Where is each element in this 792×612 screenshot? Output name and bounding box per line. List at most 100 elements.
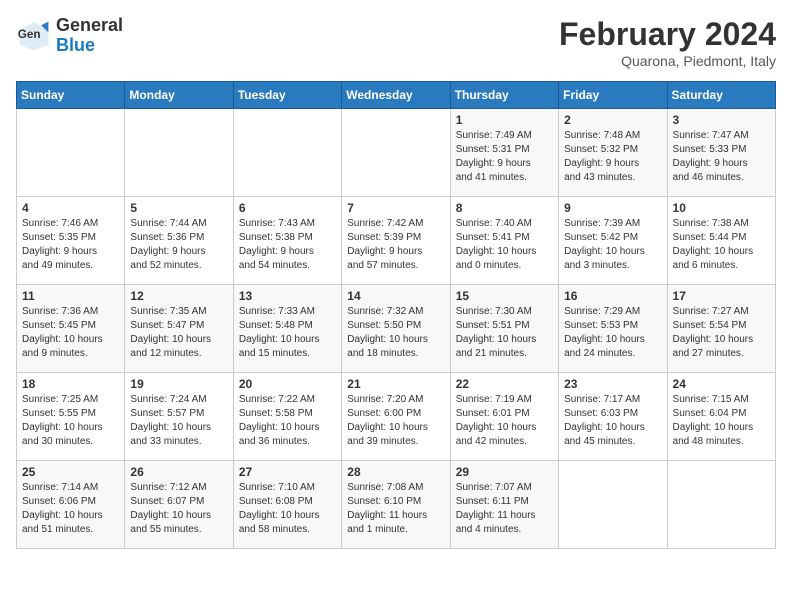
day-info: Sunrise: 7:19 AM Sunset: 6:01 PM Dayligh… [456, 393, 553, 449]
day-info: Sunrise: 7:17 AM Sunset: 6:03 PM Dayligh… [564, 393, 661, 449]
calendar-cell: 13 Sunrise: 7:33 AM Sunset: 5:48 PM Dayli… [233, 285, 341, 373]
calendar-cell: 15 Sunrise: 7:30 AM Sunset: 5:51 PM Dayli… [450, 285, 558, 373]
calendar-cell [559, 461, 667, 549]
calendar-cell: 7 Sunrise: 7:42 AM Sunset: 5:39 PM Daylig… [342, 197, 450, 285]
day-info: Sunrise: 7:33 AM Sunset: 5:48 PM Dayligh… [239, 305, 336, 361]
calendar-cell: 9 Sunrise: 7:39 AM Sunset: 5:42 PM Daylig… [559, 197, 667, 285]
logo-general: General [56, 16, 123, 36]
day-number: 12 [130, 289, 227, 303]
calendar-cell: 22Sunrise: 7:19 AM Sunset: 6:01 PM Dayli… [450, 373, 558, 461]
day-info: Sunrise: 7:15 AM Sunset: 6:04 PM Dayligh… [673, 393, 770, 449]
day-number: 14 [347, 289, 444, 303]
day-number: 8 [456, 201, 553, 215]
calendar-cell: 21 Sunrise: 7:20 AM Sunset: 6:00 PM Dayli… [342, 373, 450, 461]
calendar-cell: 11 Sunrise: 7:36 AM Sunset: 5:45 PM Dayli… [17, 285, 125, 373]
day-number: 11 [22, 289, 119, 303]
calendar-cell: 10 Sunrise: 7:38 AM Sunset: 5:44 PM Dayli… [667, 197, 775, 285]
day-info: Sunrise: 7:43 AM Sunset: 5:38 PM Dayligh… [239, 217, 336, 273]
day-number: 23 [564, 377, 661, 391]
day-info: Sunrise: 7:39 AM Sunset: 5:42 PM Dayligh… [564, 217, 661, 273]
weekday-header-tuesday: Tuesday [233, 82, 341, 109]
day-info: Sunrise: 7:29 AM Sunset: 5:53 PM Dayligh… [564, 305, 661, 361]
calendar-cell: 26Sunrise: 7:12 AM Sunset: 6:07 PM Dayli… [125, 461, 233, 549]
day-number: 15 [456, 289, 553, 303]
day-info: Sunrise: 7:20 AM Sunset: 6:00 PM Dayligh… [347, 393, 444, 449]
day-number: 5 [130, 201, 227, 215]
month-title: February 2024 [559, 16, 776, 53]
weekday-header-sunday: Sunday [17, 82, 125, 109]
logo-text: General Blue [56, 16, 123, 56]
day-number: 7 [347, 201, 444, 215]
day-info: Sunrise: 7:40 AM Sunset: 5:41 PM Dayligh… [456, 217, 553, 273]
calendar-cell: 28Sunrise: 7:08 AM Sunset: 6:10 PM Dayli… [342, 461, 450, 549]
day-number: 17 [673, 289, 770, 303]
calendar-cell: 24 Sunrise: 7:15 AM Sunset: 6:04 PM Dayli… [667, 373, 775, 461]
day-number: 1 [456, 113, 553, 127]
day-info: Sunrise: 7:25 AM Sunset: 5:55 PM Dayligh… [22, 393, 119, 449]
day-info: Sunrise: 7:32 AM Sunset: 5:50 PM Dayligh… [347, 305, 444, 361]
calendar-cell: 12Sunrise: 7:35 AM Sunset: 5:47 PM Dayli… [125, 285, 233, 373]
day-number: 4 [22, 201, 119, 215]
calendar-week-row: 11 Sunrise: 7:36 AM Sunset: 5:45 PM Dayli… [17, 285, 776, 373]
day-info: Sunrise: 7:46 AM Sunset: 5:35 PM Dayligh… [22, 217, 119, 273]
calendar-cell: 23 Sunrise: 7:17 AM Sunset: 6:03 PM Dayli… [559, 373, 667, 461]
weekday-header-thursday: Thursday [450, 82, 558, 109]
day-number: 24 [673, 377, 770, 391]
calendar-cell: 16 Sunrise: 7:29 AM Sunset: 5:53 PM Dayli… [559, 285, 667, 373]
day-number: 3 [673, 113, 770, 127]
day-info: Sunrise: 7:48 AM Sunset: 5:32 PM Dayligh… [564, 129, 661, 185]
day-info: Sunrise: 7:22 AM Sunset: 5:58 PM Dayligh… [239, 393, 336, 449]
day-number: 13 [239, 289, 336, 303]
calendar-cell: 14 Sunrise: 7:32 AM Sunset: 5:50 PM Dayli… [342, 285, 450, 373]
calendar-table: SundayMondayTuesdayWednesdayThursdayFrid… [16, 81, 776, 549]
logo: Gen General Blue [16, 16, 123, 56]
page-header: Gen General Blue February 2024 Quarona, … [16, 16, 776, 69]
day-info: Sunrise: 7:38 AM Sunset: 5:44 PM Dayligh… [673, 217, 770, 273]
day-info: Sunrise: 7:42 AM Sunset: 5:39 PM Dayligh… [347, 217, 444, 273]
day-number: 16 [564, 289, 661, 303]
calendar-cell [233, 109, 341, 197]
day-number: 9 [564, 201, 661, 215]
day-number: 21 [347, 377, 444, 391]
logo-blue: Blue [56, 36, 123, 56]
calendar-week-row: 4 Sunrise: 7:46 AM Sunset: 5:35 PM Daylig… [17, 197, 776, 285]
calendar-cell [667, 461, 775, 549]
day-number: 18 [22, 377, 119, 391]
day-number: 20 [239, 377, 336, 391]
day-info: Sunrise: 7:44 AM Sunset: 5:36 PM Dayligh… [130, 217, 227, 273]
calendar-cell: 27 Sunrise: 7:10 AM Sunset: 6:08 PM Dayli… [233, 461, 341, 549]
day-number: 2 [564, 113, 661, 127]
calendar-cell: 8 Sunrise: 7:40 AM Sunset: 5:41 PM Daylig… [450, 197, 558, 285]
day-info: Sunrise: 7:30 AM Sunset: 5:51 PM Dayligh… [456, 305, 553, 361]
weekday-header-monday: Monday [125, 82, 233, 109]
day-number: 29 [456, 465, 553, 479]
day-number: 27 [239, 465, 336, 479]
weekday-header-saturday: Saturday [667, 82, 775, 109]
calendar-cell [342, 109, 450, 197]
calendar-cell [17, 109, 125, 197]
day-info: Sunrise: 7:07 AM Sunset: 6:11 PM Dayligh… [456, 481, 553, 537]
calendar-week-row: 18 Sunrise: 7:25 AM Sunset: 5:55 PM Dayli… [17, 373, 776, 461]
logo-icon: Gen [16, 18, 52, 54]
day-number: 6 [239, 201, 336, 215]
day-info: Sunrise: 7:36 AM Sunset: 5:45 PM Dayligh… [22, 305, 119, 361]
location-subtitle: Quarona, Piedmont, Italy [559, 53, 776, 69]
day-number: 26 [130, 465, 227, 479]
day-info: Sunrise: 7:47 AM Sunset: 5:33 PM Dayligh… [673, 129, 770, 185]
calendar-cell: 18 Sunrise: 7:25 AM Sunset: 5:55 PM Dayli… [17, 373, 125, 461]
day-number: 10 [673, 201, 770, 215]
calendar-cell: 6 Sunrise: 7:43 AM Sunset: 5:38 PM Daylig… [233, 197, 341, 285]
calendar-cell: 2 Sunrise: 7:48 AM Sunset: 5:32 PM Daylig… [559, 109, 667, 197]
calendar-cell: 19 Sunrise: 7:24 AM Sunset: 5:57 PM Dayli… [125, 373, 233, 461]
day-info: Sunrise: 7:27 AM Sunset: 5:54 PM Dayligh… [673, 305, 770, 361]
calendar-cell: 4 Sunrise: 7:46 AM Sunset: 5:35 PM Daylig… [17, 197, 125, 285]
title-block: February 2024 Quarona, Piedmont, Italy [559, 16, 776, 69]
day-number: 28 [347, 465, 444, 479]
weekday-header-friday: Friday [559, 82, 667, 109]
day-info: Sunrise: 7:24 AM Sunset: 5:57 PM Dayligh… [130, 393, 227, 449]
calendar-cell: 1Sunrise: 7:49 AM Sunset: 5:31 PM Daylig… [450, 109, 558, 197]
day-info: Sunrise: 7:10 AM Sunset: 6:08 PM Dayligh… [239, 481, 336, 537]
day-number: 19 [130, 377, 227, 391]
calendar-week-row: 25Sunrise: 7:14 AM Sunset: 6:06 PM Dayli… [17, 461, 776, 549]
weekday-header-wednesday: Wednesday [342, 82, 450, 109]
